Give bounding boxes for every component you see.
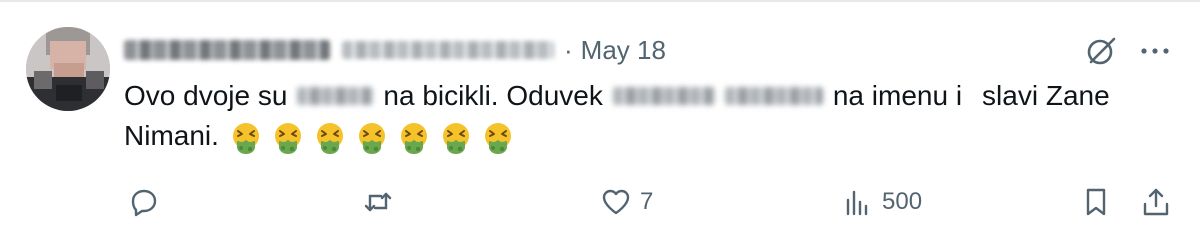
vomiting-face-emoji — [316, 122, 343, 154]
like-button[interactable]: 7 — [600, 180, 653, 224]
like-count: 7 — [640, 188, 654, 215]
share-icon — [1143, 188, 1169, 216]
bookmark-icon — [1086, 188, 1106, 216]
blurred-word — [724, 87, 823, 105]
display-name-blurred[interactable] — [124, 40, 330, 60]
tweet-header: · May 18 — [124, 30, 666, 70]
text-part-2: na bicikli. Oduvek — [383, 80, 603, 111]
retweet-icon — [364, 192, 392, 212]
vomiting-face-emoji — [274, 122, 301, 154]
blurred-word — [612, 87, 715, 105]
grok-icon[interactable] — [1085, 34, 1119, 68]
tweet-text: Ovo dvoje su na bicikli. Oduvek na imenu… — [124, 76, 1184, 156]
divider — [0, 0, 1200, 2]
username-blurred[interactable] — [342, 41, 554, 59]
analytics-icon — [846, 190, 868, 216]
bookmark-button[interactable] — [1080, 180, 1112, 224]
more-icon[interactable] — [1138, 38, 1172, 64]
text-part-4: slavi Zane — [982, 80, 1110, 111]
text-part-1: Ovo dvoje su — [124, 80, 288, 111]
views-count: 500 — [882, 188, 923, 215]
reply-button[interactable] — [128, 180, 168, 224]
tweet-date[interactable]: May 18 — [581, 35, 666, 66]
text-part-5: Nimani. — [124, 120, 219, 151]
views-button[interactable]: 500 — [842, 180, 922, 224]
action-bar: 7 500 — [0, 180, 1200, 224]
separator-dot: · — [564, 34, 573, 65]
heart-icon — [602, 189, 630, 215]
emoji-row — [229, 116, 523, 156]
tweet-card[interactable]: · May 18 Ovo dvoje su na bicikli. Oduvek… — [0, 0, 1200, 244]
vomiting-face-emoji — [358, 122, 385, 154]
avatar[interactable] — [26, 27, 110, 111]
vomiting-face-emoji — [442, 122, 469, 154]
vomiting-face-emoji — [484, 122, 511, 154]
retweet-button[interactable] — [362, 180, 402, 224]
reply-icon — [131, 189, 157, 217]
vomiting-face-emoji — [232, 122, 259, 154]
blurred-word — [297, 87, 374, 105]
text-part-3: na imenu i — [832, 80, 963, 111]
vomiting-face-emoji — [400, 122, 427, 154]
share-button[interactable] — [1140, 180, 1172, 224]
